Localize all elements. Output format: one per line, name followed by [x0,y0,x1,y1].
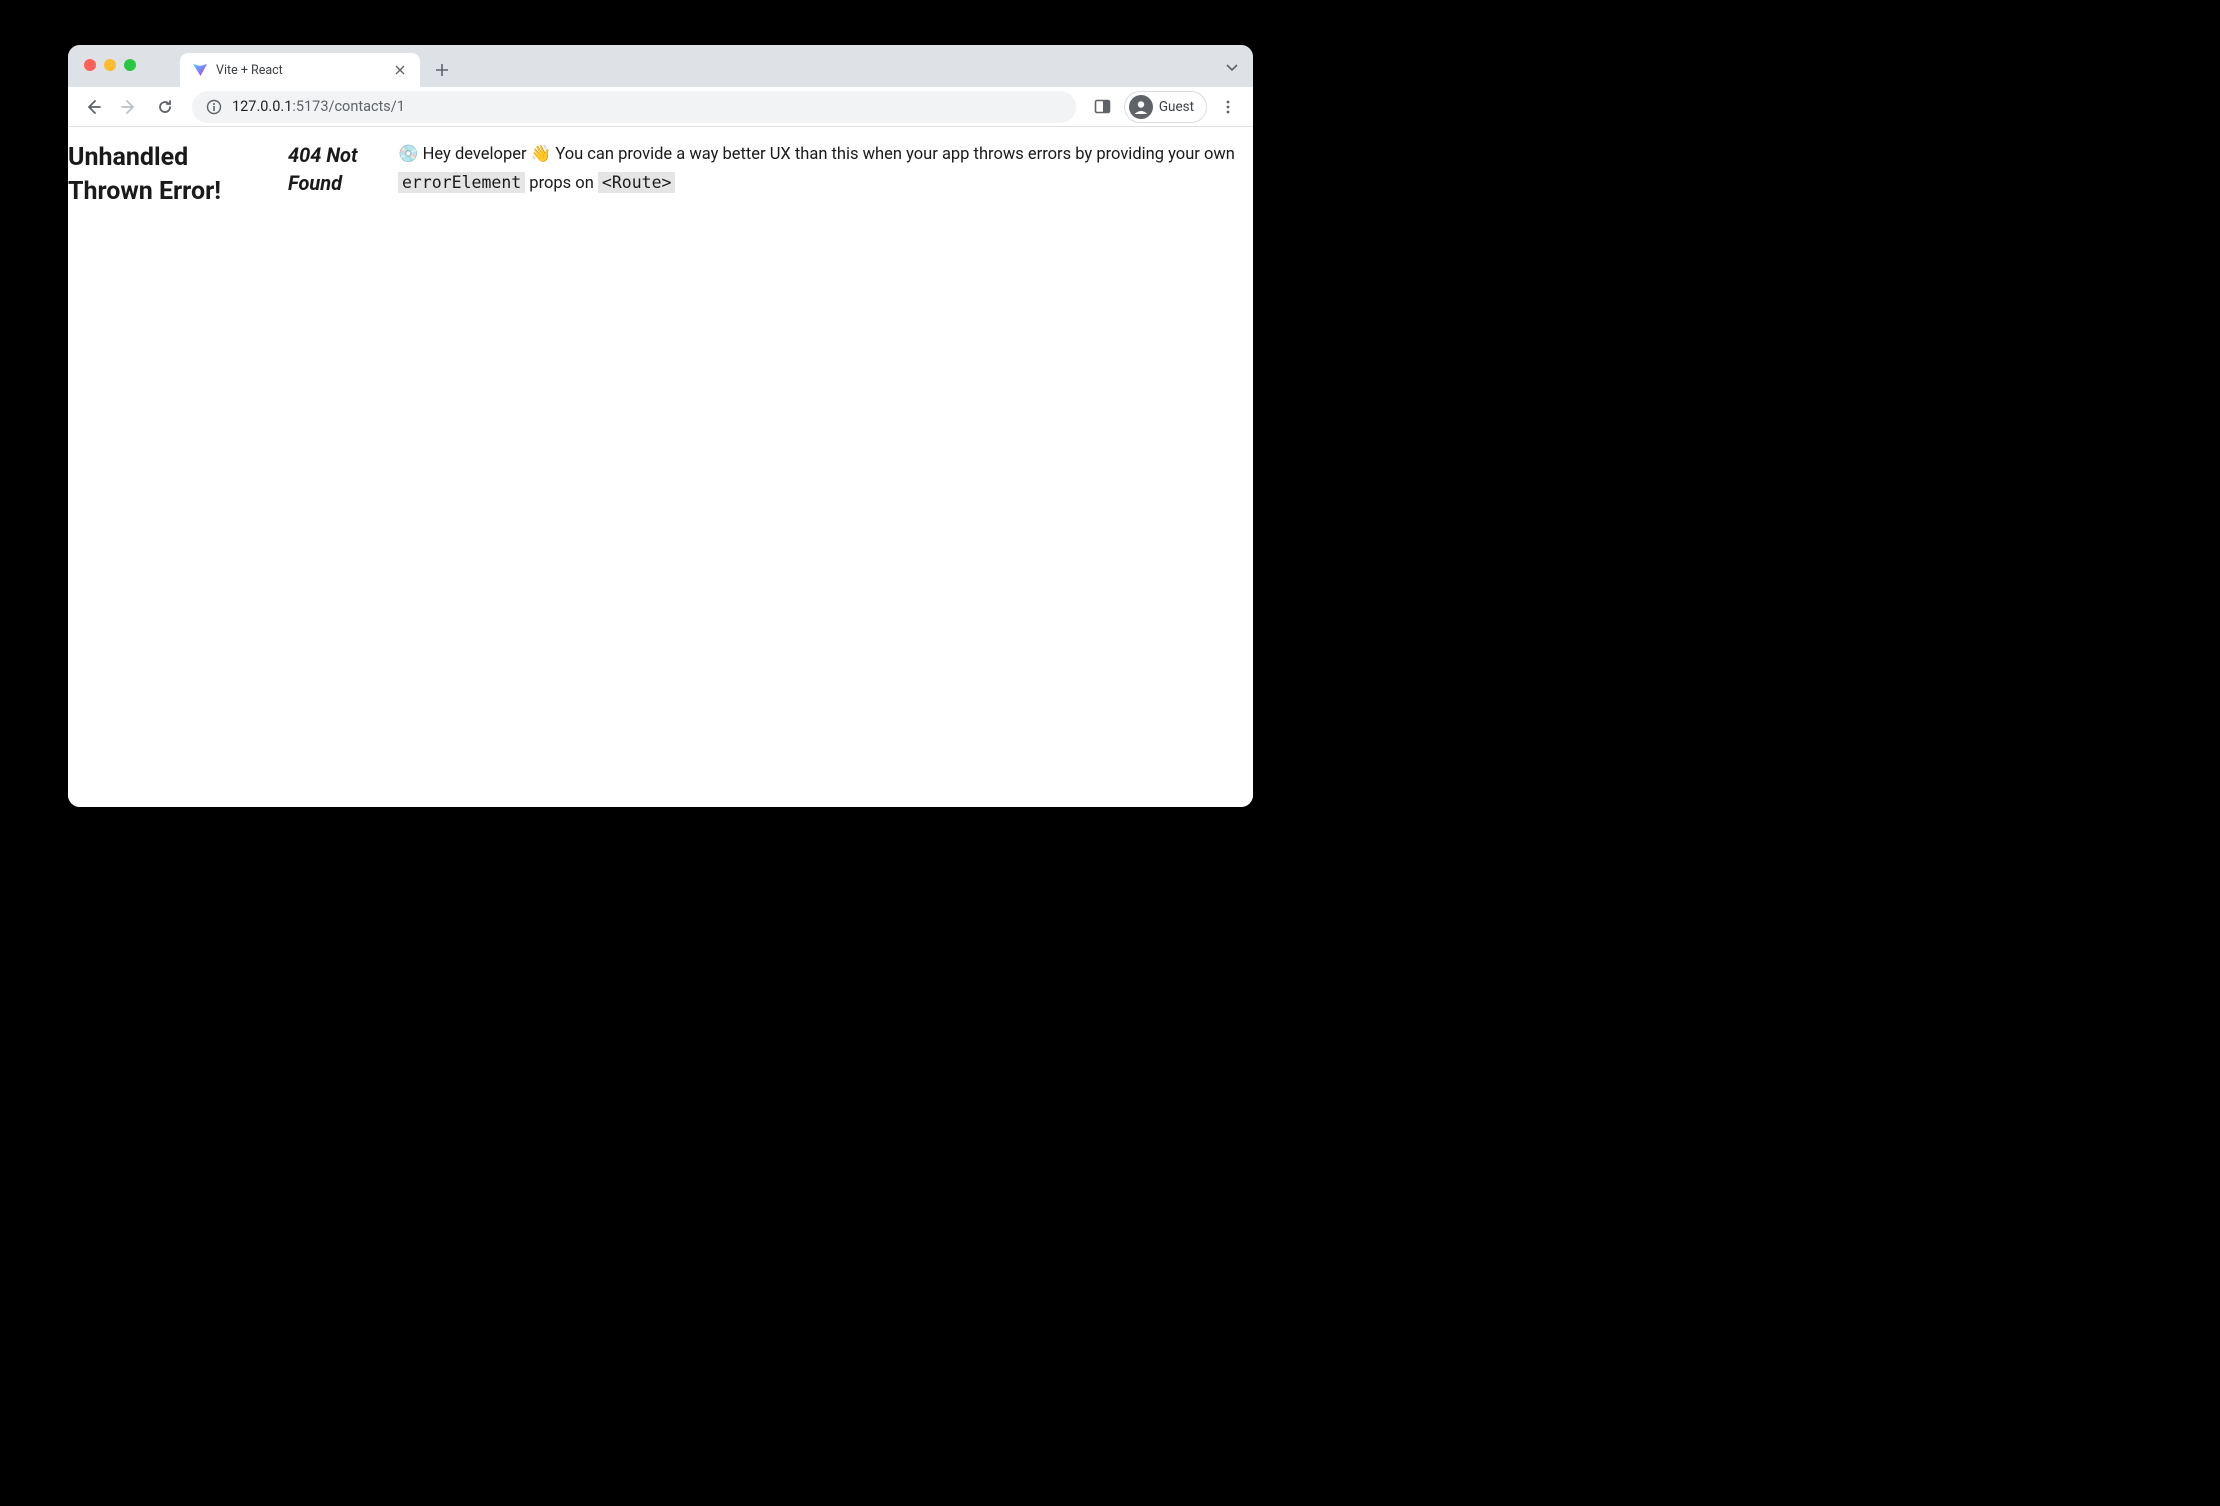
browser-toolbar: 127.0.0.1:5173/contacts/1 Guest [68,87,1253,127]
back-button[interactable] [78,92,108,122]
browser-tab[interactable]: Vite + React [180,53,420,87]
person-icon [1131,97,1151,117]
tab-close-button[interactable] [392,62,408,78]
reload-icon [156,98,174,116]
traffic-lights [84,59,136,71]
page-content: Unhandled Thrown Error! 404 Not Found 💿 … [68,127,1253,807]
vite-favicon-icon [192,62,208,78]
wave-emoji-icon: 👋 [531,145,552,164]
error-msg-text: You can provide a way better UX than thi… [555,145,1235,164]
plus-icon [435,63,449,77]
error-message: 💿 Hey developer 👋 You can provide a way … [398,141,1253,198]
window-close-button[interactable] [84,59,96,71]
error-msg-text: props on [525,174,598,193]
browser-window: Vite + React 127.0.0.1:5173/contacts/ [68,45,1253,807]
error-status: 404 Not Found [288,141,378,197]
avatar-icon [1129,95,1153,119]
url-host: 127.0.0.1 [232,98,292,115]
tab-title: Vite + React [216,63,384,78]
forward-button[interactable] [114,92,144,122]
window-minimize-button[interactable] [104,59,116,71]
close-icon [395,65,405,75]
address-bar[interactable]: 127.0.0.1:5173/contacts/1 [192,91,1076,123]
profile-chip[interactable]: Guest [1124,91,1207,123]
tab-bar: Vite + React [68,45,1253,87]
url-path: :5173/contacts/1 [292,98,405,115]
url-text: 127.0.0.1:5173/contacts/1 [232,98,405,115]
browser-menu-button[interactable] [1213,92,1243,122]
tabs-dropdown-button[interactable] [1225,59,1239,78]
error-msg-text: Hey developer [423,145,531,164]
arrow-right-icon [120,98,138,116]
arrow-left-icon [84,98,102,116]
kebab-menu-icon [1220,99,1236,115]
error-heading: Unhandled Thrown Error! [68,141,268,209]
chevron-down-icon [1225,60,1239,74]
profile-label: Guest [1159,99,1194,115]
info-icon [206,99,222,115]
side-panel-button[interactable] [1088,92,1118,122]
route-code: <Route> [598,172,676,193]
reload-button[interactable] [150,92,180,122]
error-element-code: errorElement [398,172,525,193]
new-tab-button[interactable] [428,56,456,84]
window-maximize-button[interactable] [124,59,136,71]
cd-emoji-icon: 💿 [398,145,419,164]
side-panel-icon [1094,98,1111,115]
site-info-icon[interactable] [206,99,222,115]
